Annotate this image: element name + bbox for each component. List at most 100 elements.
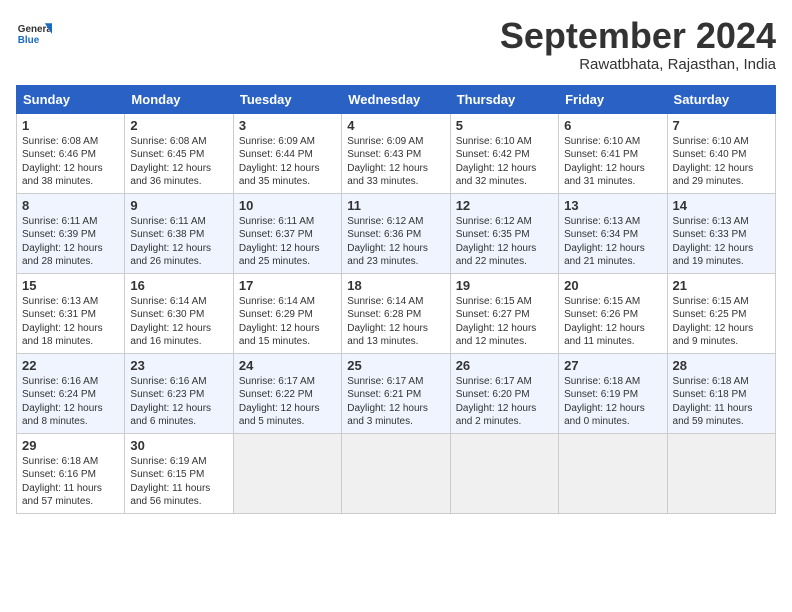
day-number: 24: [239, 358, 336, 373]
day-number: 11: [347, 198, 444, 213]
month-title: September 2024: [500, 16, 776, 56]
table-row: 23 Sunrise: 6:16 AMSunset: 6:23 PMDayligh…: [125, 353, 233, 433]
cell-info: Sunrise: 6:17 AMSunset: 6:21 PMDaylight:…: [347, 376, 428, 428]
table-row: 11 Sunrise: 6:12 AMSunset: 6:36 PMDayligh…: [342, 193, 450, 273]
table-row: 19 Sunrise: 6:15 AMSunset: 6:27 PMDayligh…: [450, 273, 558, 353]
location-subtitle: Rawatbhata, Rajasthan, India: [500, 56, 776, 73]
cell-info: Sunrise: 6:17 AMSunset: 6:22 PMDaylight:…: [239, 376, 320, 428]
table-row: 21 Sunrise: 6:15 AMSunset: 6:25 PMDayligh…: [667, 273, 775, 353]
table-row: 22 Sunrise: 6:16 AMSunset: 6:24 PMDayligh…: [17, 353, 125, 433]
cell-info: Sunrise: 6:12 AMSunset: 6:36 PMDaylight:…: [347, 216, 428, 268]
table-row: 17 Sunrise: 6:14 AMSunset: 6:29 PMDayligh…: [233, 273, 341, 353]
table-row: 25 Sunrise: 6:17 AMSunset: 6:21 PMDayligh…: [342, 353, 450, 433]
logo: General Blue: [16, 16, 52, 52]
calendar-row: 1Sunrise: 6:08 AMSunset: 6:46 PMDaylight…: [17, 113, 776, 193]
cell-info: Sunrise: 6:18 AMSunset: 6:19 PMDaylight:…: [564, 376, 645, 428]
cell-info: Sunrise: 6:15 AMSunset: 6:27 PMDaylight:…: [456, 296, 537, 348]
day-number: 17: [239, 278, 336, 293]
calendar-row: 8 Sunrise: 6:11 AMSunset: 6:39 PMDaylight…: [17, 193, 776, 273]
day-number: 3: [239, 118, 336, 133]
table-row: [233, 433, 341, 513]
day-number: 14: [673, 198, 770, 213]
cell-info: Sunrise: 6:11 AMSunset: 6:39 PMDaylight:…: [22, 216, 103, 268]
day-number: 4: [347, 118, 444, 133]
day-number: 16: [130, 278, 227, 293]
cell-info: Sunrise: 6:09 AMSunset: 6:44 PMDaylight:…: [239, 136, 320, 188]
cell-info: Sunrise: 6:16 AMSunset: 6:23 PMDaylight:…: [130, 376, 211, 428]
calendar-row: 15Sunrise: 6:13 AMSunset: 6:31 PMDayligh…: [17, 273, 776, 353]
cell-info: Sunrise: 6:14 AMSunset: 6:30 PMDaylight:…: [130, 296, 211, 348]
cell-info: Sunrise: 6:16 AMSunset: 6:24 PMDaylight:…: [22, 376, 103, 428]
title-block: September 2024 Rawatbhata, Rajasthan, In…: [500, 16, 776, 73]
day-number: 29: [22, 438, 119, 453]
table-row: 1Sunrise: 6:08 AMSunset: 6:46 PMDaylight…: [17, 113, 125, 193]
cell-info: Sunrise: 6:10 AMSunset: 6:40 PMDaylight:…: [673, 136, 754, 188]
day-number: 5: [456, 118, 553, 133]
table-row: 13Sunrise: 6:13 AMSunset: 6:34 PMDayligh…: [559, 193, 667, 273]
day-number: 8: [22, 198, 119, 213]
cell-info: Sunrise: 6:09 AMSunset: 6:43 PMDaylight:…: [347, 136, 428, 188]
day-number: 19: [456, 278, 553, 293]
cell-info: Sunrise: 6:19 AMSunset: 6:15 PMDaylight:…: [130, 456, 210, 508]
table-row: 7 Sunrise: 6:10 AMSunset: 6:40 PMDaylight…: [667, 113, 775, 193]
day-number: 12: [456, 198, 553, 213]
table-row: 2 Sunrise: 6:08 AMSunset: 6:45 PMDaylight…: [125, 113, 233, 193]
cell-info: Sunrise: 6:10 AMSunset: 6:42 PMDaylight:…: [456, 136, 537, 188]
table-row: 24 Sunrise: 6:17 AMSunset: 6:22 PMDayligh…: [233, 353, 341, 433]
table-row: 18Sunrise: 6:14 AMSunset: 6:28 PMDayligh…: [342, 273, 450, 353]
day-number: 22: [22, 358, 119, 373]
table-row: 29Sunrise: 6:18 AMSunset: 6:16 PMDayligh…: [17, 433, 125, 513]
header-row: Sunday Monday Tuesday Wednesday Thursday…: [17, 85, 776, 113]
cell-info: Sunrise: 6:15 AMSunset: 6:25 PMDaylight:…: [673, 296, 754, 348]
svg-text:Blue: Blue: [18, 35, 40, 46]
cell-info: Sunrise: 6:11 AMSunset: 6:37 PMDaylight:…: [239, 216, 320, 268]
table-row: 20 Sunrise: 6:15 AMSunset: 6:26 PMDayligh…: [559, 273, 667, 353]
col-saturday: Saturday: [667, 85, 775, 113]
table-row: 28 Sunrise: 6:18 AMSunset: 6:18 PMDayligh…: [667, 353, 775, 433]
day-number: 10: [239, 198, 336, 213]
table-row: [667, 433, 775, 513]
cell-info: Sunrise: 6:13 AMSunset: 6:33 PMDaylight:…: [673, 216, 754, 268]
table-row: 6 Sunrise: 6:10 AMSunset: 6:41 PMDaylight…: [559, 113, 667, 193]
day-number: 25: [347, 358, 444, 373]
day-number: 2: [130, 118, 227, 133]
calendar-row: 29Sunrise: 6:18 AMSunset: 6:16 PMDayligh…: [17, 433, 776, 513]
table-row: 14 Sunrise: 6:13 AMSunset: 6:33 PMDayligh…: [667, 193, 775, 273]
table-row: 16 Sunrise: 6:14 AMSunset: 6:30 PMDayligh…: [125, 273, 233, 353]
col-tuesday: Tuesday: [233, 85, 341, 113]
col-sunday: Sunday: [17, 85, 125, 113]
day-number: 21: [673, 278, 770, 293]
table-row: 4 Sunrise: 6:09 AMSunset: 6:43 PMDaylight…: [342, 113, 450, 193]
table-row: [450, 433, 558, 513]
calendar-table: Sunday Monday Tuesday Wednesday Thursday…: [16, 85, 776, 514]
table-row: 8 Sunrise: 6:11 AMSunset: 6:39 PMDaylight…: [17, 193, 125, 273]
table-row: 30 Sunrise: 6:19 AMSunset: 6:15 PMDayligh…: [125, 433, 233, 513]
cell-info: Sunrise: 6:10 AMSunset: 6:41 PMDaylight:…: [564, 136, 645, 188]
table-row: 5 Sunrise: 6:10 AMSunset: 6:42 PMDaylight…: [450, 113, 558, 193]
cell-info: Sunrise: 6:12 AMSunset: 6:35 PMDaylight:…: [456, 216, 537, 268]
col-thursday: Thursday: [450, 85, 558, 113]
day-number: 6: [564, 118, 661, 133]
day-number: 20: [564, 278, 661, 293]
cell-info: Sunrise: 6:18 AMSunset: 6:18 PMDaylight:…: [673, 376, 753, 428]
day-number: 13: [564, 198, 661, 213]
cell-info: Sunrise: 6:14 AMSunset: 6:28 PMDaylight:…: [347, 296, 428, 348]
col-wednesday: Wednesday: [342, 85, 450, 113]
logo-icon: General Blue: [16, 16, 52, 52]
cell-info: Sunrise: 6:11 AMSunset: 6:38 PMDaylight:…: [130, 216, 211, 268]
table-row: 3 Sunrise: 6:09 AMSunset: 6:44 PMDaylight…: [233, 113, 341, 193]
day-number: 23: [130, 358, 227, 373]
cell-info: Sunrise: 6:08 AMSunset: 6:45 PMDaylight:…: [130, 136, 211, 188]
day-number: 1: [22, 118, 119, 133]
table-row: 9Sunrise: 6:11 AMSunset: 6:38 PMDaylight…: [125, 193, 233, 273]
day-number: 26: [456, 358, 553, 373]
table-row: 12 Sunrise: 6:12 AMSunset: 6:35 PMDayligh…: [450, 193, 558, 273]
day-number: 28: [673, 358, 770, 373]
table-row: 27Sunrise: 6:18 AMSunset: 6:19 PMDayligh…: [559, 353, 667, 433]
day-number: 15: [22, 278, 119, 293]
cell-info: Sunrise: 6:14 AMSunset: 6:29 PMDaylight:…: [239, 296, 320, 348]
day-number: 7: [673, 118, 770, 133]
cell-info: Sunrise: 6:15 AMSunset: 6:26 PMDaylight:…: [564, 296, 645, 348]
table-row: [342, 433, 450, 513]
day-number: 30: [130, 438, 227, 453]
